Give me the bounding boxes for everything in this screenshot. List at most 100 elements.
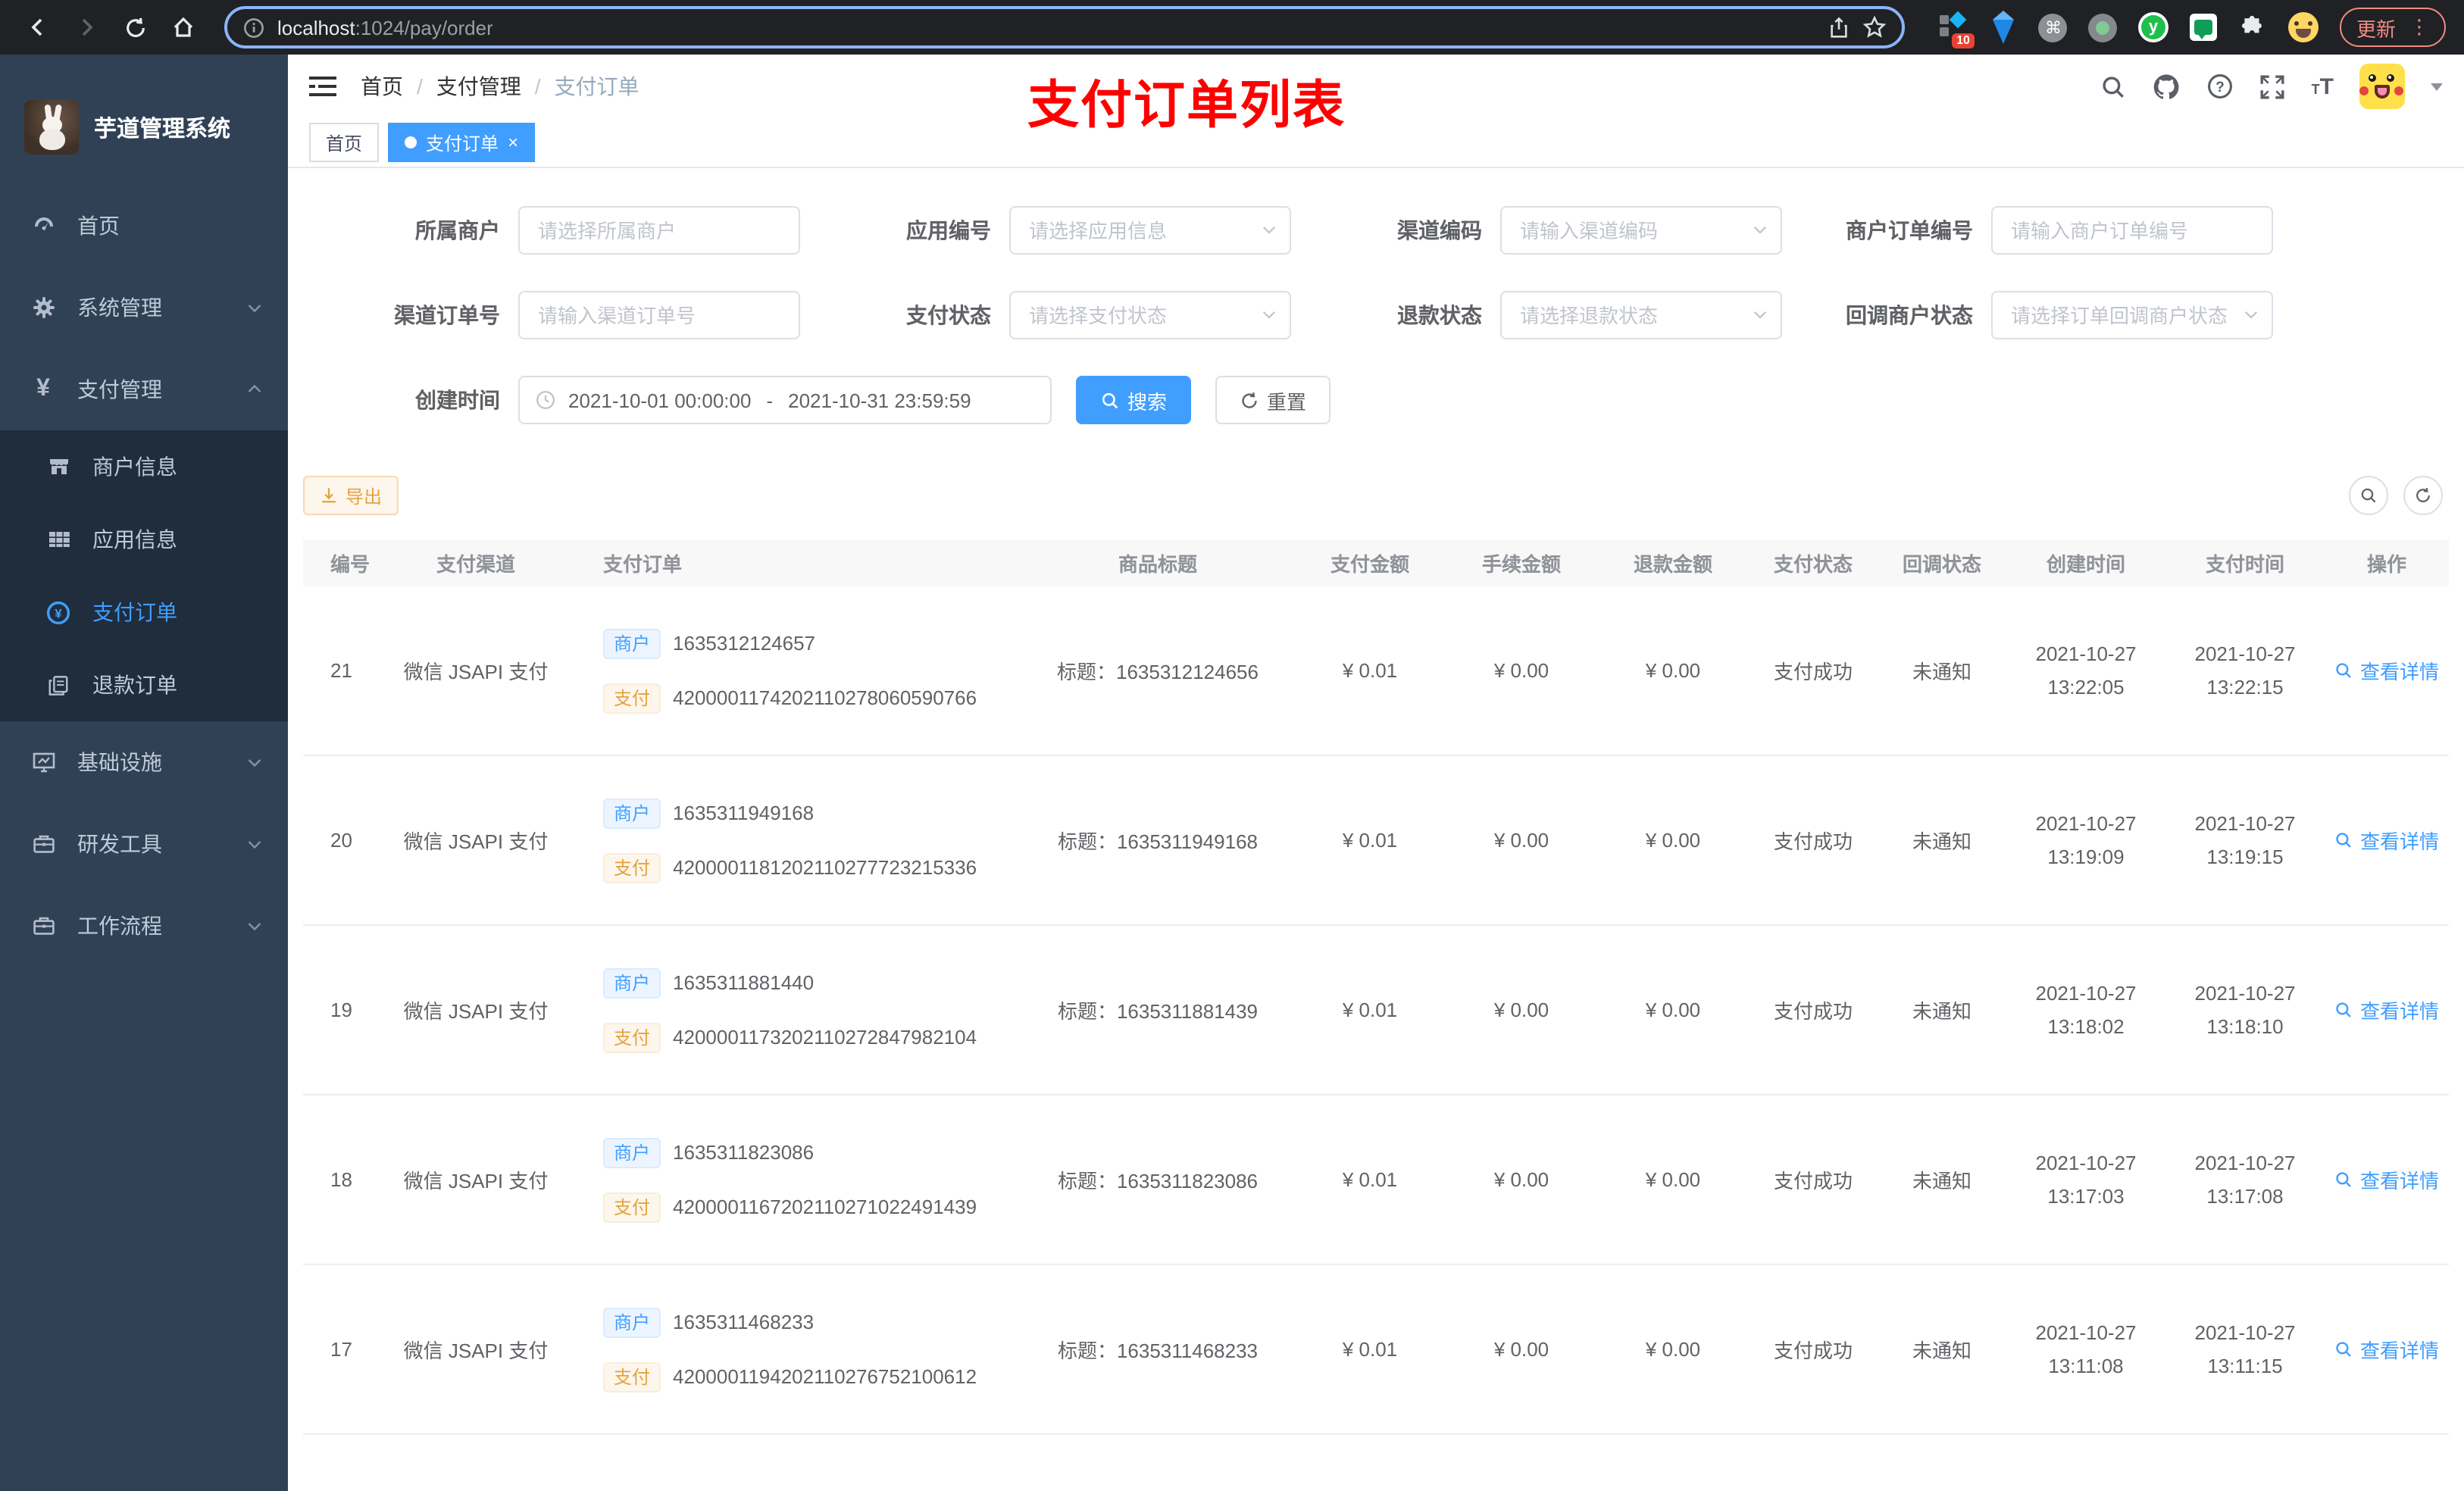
sidebar-item-system[interactable]: 系统管理: [0, 267, 288, 349]
col-header-actions: 操作: [2366, 553, 2406, 576]
browser-home-icon[interactable]: [164, 8, 203, 47]
sidebar-toggle-icon[interactable]: [309, 74, 336, 98]
notify-status-cell: 未通知: [1912, 1170, 1972, 1192]
pay-order-cell: 商户 1635311881440 支付 42000011732021102728…: [582, 926, 1021, 1094]
font-size-icon[interactable]: TT: [2312, 73, 2334, 99]
pay-order-no: 4200001173202110272847982104: [673, 1026, 977, 1049]
merchant-order-no: 1635311468233: [673, 1311, 815, 1333]
sidebar-item-infrastructure[interactable]: 基础设施: [0, 721, 288, 803]
order-id-cell: 18: [330, 1168, 352, 1191]
extension-y-icon[interactable]: y: [2137, 12, 2169, 42]
browser-reload-icon[interactable]: [115, 8, 155, 47]
browser-update-button[interactable]: 更新 ⋮: [2339, 8, 2446, 47]
sidebar-item-home[interactable]: 首页: [0, 185, 288, 267]
search-icon[interactable]: [2101, 73, 2127, 99]
extension-kite-icon[interactable]: [1988, 11, 2018, 44]
view-detail-link[interactable]: 查看详情: [2334, 1165, 2439, 1194]
channel-order-input[interactable]: [518, 291, 800, 339]
pay-order-no: 4200001174202110278060590766: [673, 686, 977, 709]
reset-button[interactable]: 重置: [1215, 376, 1330, 424]
breadcrumb-pay-order: 支付订单: [554, 74, 639, 98]
search-button[interactable]: 搜索: [1076, 376, 1191, 424]
merchant-filter-field: [518, 206, 800, 255]
browser-menu-icon[interactable]: ⋮: [2409, 15, 2429, 39]
app-filter-field: [1009, 206, 1291, 255]
pay-channel-cell: 微信 JSAPI 支付: [403, 1000, 549, 1023]
view-detail-link[interactable]: 查看详情: [2334, 996, 2439, 1024]
pay-time-cell: 2021-10-27 13:22:15: [2194, 642, 2296, 698]
address-bar[interactable]: localhost:1024/pay/order: [224, 6, 1905, 48]
sidebar-item-refund-order[interactable]: 退款订单: [0, 649, 288, 721]
extension-command-icon[interactable]: ⌘: [2038, 12, 2068, 42]
extensions-area: 10 ⌘ y: [1926, 11, 2331, 48]
tab-close-icon[interactable]: ×: [508, 132, 518, 153]
refund-status-select[interactable]: [1500, 291, 1782, 339]
fee-amount-cell: ¥ 0.00: [1493, 999, 1549, 1021]
extension-record-icon[interactable]: [2088, 12, 2118, 42]
extension-emoji-icon[interactable]: [2287, 12, 2319, 42]
refresh-button[interactable]: [2403, 476, 2443, 515]
app-select-input[interactable]: [1009, 206, 1291, 255]
breadcrumb-home[interactable]: 首页: [361, 71, 403, 102]
view-detail-link[interactable]: 查看详情: [2334, 656, 2439, 685]
browser-toolbar: localhost:1024/pay/order 10 ⌘ y 更新 ⋮: [0, 0, 2464, 55]
extensions-puzzle-icon[interactable]: [2238, 12, 2269, 42]
sidebar-item-devtools[interactable]: 研发工具: [0, 803, 288, 885]
product-title-cell: 标题：1635311949168: [1057, 830, 1259, 853]
tab-pay-order[interactable]: 支付订单 ×: [388, 123, 536, 162]
pay-status-cell: 支付成功: [1773, 830, 1853, 853]
app-logo-row[interactable]: 芋道管理系统: [0, 55, 288, 170]
sidebar-item-app-info[interactable]: 应用信息: [0, 503, 288, 576]
extension-chat-icon[interactable]: [2188, 12, 2219, 42]
col-header-refund-amount: 退款金额: [1633, 553, 1712, 576]
url-text[interactable]: localhost:1024/pay/order: [277, 16, 493, 39]
help-icon[interactable]: ?: [2207, 73, 2234, 100]
actions-cell: 查看详情: [2325, 826, 2449, 855]
bookmark-star-icon[interactable]: [1862, 15, 1887, 39]
view-detail-link[interactable]: 查看详情: [2334, 826, 2439, 855]
pay-order-icon: ¥: [45, 599, 71, 625]
create-time-filter-label: 创建时间: [415, 388, 500, 412]
export-button[interactable]: 导出: [303, 476, 399, 515]
fullscreen-icon[interactable]: [2260, 73, 2286, 99]
svg-text:?: ?: [2216, 80, 2225, 95]
share-icon[interactable]: [1828, 16, 1850, 39]
page-content: 所属商户 应用编号 渠道编码 商户订单编号: [288, 168, 2464, 1491]
pay-order-cell: 商户 1635311823086 支付 42000011672021102710…: [582, 1096, 1021, 1264]
order-id-cell: 20: [330, 829, 352, 852]
sidebar-item-workflow[interactable]: 工作流程: [0, 885, 288, 967]
browser-back-icon[interactable]: [18, 8, 58, 47]
github-icon[interactable]: [2153, 72, 2181, 101]
view-detail-link[interactable]: 查看详情: [2334, 1335, 2439, 1364]
date-range-picker[interactable]: 2021-10-01 00:00:00 - 2021-10-31 23:59:5…: [518, 376, 1052, 424]
sidebar-item-merchant-info[interactable]: 商户信息: [0, 430, 288, 503]
refund-amount-cell: ¥ 0.00: [1645, 999, 1701, 1021]
avatar-caret-icon[interactable]: [2431, 83, 2443, 90]
order-id-cell: 21: [330, 659, 352, 682]
notify-status-select[interactable]: [1991, 291, 2273, 339]
channel-code-input[interactable]: [1500, 206, 1782, 255]
merchant-order-input[interactable]: [1991, 206, 2273, 255]
site-info-icon[interactable]: [242, 16, 265, 39]
extension-cube-icon[interactable]: 10: [1938, 11, 1975, 48]
merchant-order-no: 1635311823086: [673, 1141, 815, 1164]
pay-order-cell: 商户 1635311468233 支付 42000011942021102767…: [582, 1265, 1021, 1433]
pay-status-select[interactable]: [1009, 291, 1291, 339]
sidebar-item-payment[interactable]: ¥ 支付管理: [0, 349, 288, 430]
toggle-search-button[interactable]: [2349, 476, 2388, 515]
pay-order-no: 4200001167202110271022491439: [673, 1196, 977, 1218]
pay-amount-cell: ¥ 0.01: [1342, 1338, 1398, 1361]
pay-status-cell: 支付成功: [1773, 1339, 1853, 1362]
browser-forward-icon[interactable]: [67, 8, 106, 47]
chevron-up-icon: [245, 380, 264, 399]
product-title-cell: 标题：1635312124656: [1057, 661, 1259, 683]
merchant-select-input[interactable]: [518, 206, 800, 255]
app-title: 芋道管理系统: [94, 116, 231, 142]
col-header-title: 商品标题: [1118, 553, 1197, 576]
avatar[interactable]: [2359, 64, 2405, 109]
table-row: 17 微信 JSAPI 支付 商户 1635311468233 支付 42000…: [303, 1265, 2449, 1435]
breadcrumb-payment[interactable]: 支付管理: [436, 71, 521, 102]
sidebar-item-pay-order[interactable]: ¥ 支付订单: [0, 576, 288, 649]
pay-time-cell: 2021-10-27 13:11:15: [2194, 1321, 2296, 1377]
tab-home[interactable]: 首页: [309, 123, 380, 162]
